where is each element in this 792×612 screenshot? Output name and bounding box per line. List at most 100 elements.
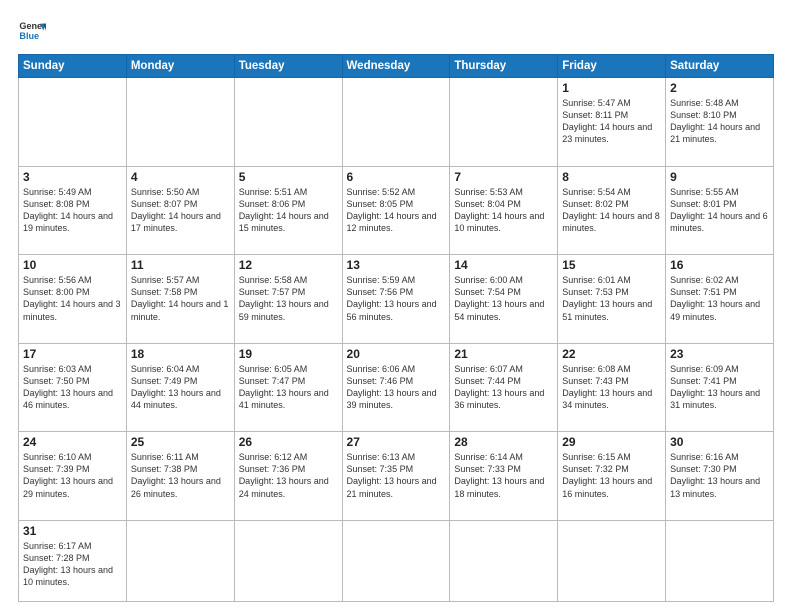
calendar-day-header-thursday: Thursday <box>450 55 558 78</box>
day-number: 26 <box>239 435 338 449</box>
day-info: Sunrise: 6:04 AM Sunset: 7:49 PM Dayligh… <box>131 363 230 412</box>
day-info: Sunrise: 6:07 AM Sunset: 7:44 PM Dayligh… <box>454 363 553 412</box>
calendar-cell: 14 Sunrise: 6:00 AM Sunset: 7:54 PM Dayli… <box>450 255 558 344</box>
day-number: 12 <box>239 258 338 272</box>
calendar-day-header-tuesday: Tuesday <box>234 55 342 78</box>
day-number: 30 <box>670 435 769 449</box>
day-number: 16 <box>670 258 769 272</box>
day-info: Sunrise: 5:59 AM Sunset: 7:56 PM Dayligh… <box>347 274 446 323</box>
day-info: Sunrise: 5:54 AM Sunset: 8:02 PM Dayligh… <box>562 186 661 235</box>
calendar-cell: 20 Sunrise: 6:06 AM Sunset: 7:46 PM Dayli… <box>342 343 450 432</box>
day-number: 7 <box>454 170 553 184</box>
calendar-day-header-wednesday: Wednesday <box>342 55 450 78</box>
day-number: 15 <box>562 258 661 272</box>
calendar-cell: 1 Sunrise: 5:47 AM Sunset: 8:11 PM Daylig… <box>558 78 666 167</box>
header: General Blue <box>18 18 774 46</box>
calendar-cell: 7 Sunrise: 5:53 AM Sunset: 8:04 PM Daylig… <box>450 166 558 255</box>
logo: General Blue <box>18 18 46 46</box>
day-info: Sunrise: 6:03 AM Sunset: 7:50 PM Dayligh… <box>23 363 122 412</box>
day-info: Sunrise: 5:51 AM Sunset: 8:06 PM Dayligh… <box>239 186 338 235</box>
calendar-cell: 19 Sunrise: 6:05 AM Sunset: 7:47 PM Dayli… <box>234 343 342 432</box>
calendar-cell: 13 Sunrise: 5:59 AM Sunset: 7:56 PM Dayli… <box>342 255 450 344</box>
calendar-cell: 18Sunrise: 6:04 AM Sunset: 7:49 PM Dayli… <box>126 343 234 432</box>
day-info: Sunrise: 6:00 AM Sunset: 7:54 PM Dayligh… <box>454 274 553 323</box>
day-info: Sunrise: 6:12 AM Sunset: 7:36 PM Dayligh… <box>239 451 338 500</box>
day-number: 14 <box>454 258 553 272</box>
day-info: Sunrise: 6:14 AM Sunset: 7:33 PM Dayligh… <box>454 451 553 500</box>
calendar-cell: 12 Sunrise: 5:58 AM Sunset: 7:57 PM Dayli… <box>234 255 342 344</box>
calendar-cell <box>450 520 558 601</box>
day-info: Sunrise: 5:52 AM Sunset: 8:05 PM Dayligh… <box>347 186 446 235</box>
day-info: Sunrise: 6:13 AM Sunset: 7:35 PM Dayligh… <box>347 451 446 500</box>
calendar-header-row: SundayMondayTuesdayWednesdayThursdayFrid… <box>19 55 774 78</box>
day-info: Sunrise: 6:05 AM Sunset: 7:47 PM Dayligh… <box>239 363 338 412</box>
day-info: Sunrise: 5:47 AM Sunset: 8:11 PM Dayligh… <box>562 97 661 146</box>
day-number: 13 <box>347 258 446 272</box>
day-info: Sunrise: 5:55 AM Sunset: 8:01 PM Dayligh… <box>670 186 769 235</box>
calendar-cell <box>126 78 234 167</box>
day-number: 1 <box>562 81 661 95</box>
calendar-cell: 3Sunrise: 5:49 AM Sunset: 8:08 PM Daylig… <box>19 166 127 255</box>
day-number: 28 <box>454 435 553 449</box>
day-number: 25 <box>131 435 230 449</box>
calendar-cell <box>666 520 774 601</box>
day-info: Sunrise: 5:56 AM Sunset: 8:00 PM Dayligh… <box>23 274 122 323</box>
calendar-cell: 26 Sunrise: 6:12 AM Sunset: 7:36 PM Dayli… <box>234 432 342 521</box>
day-info: Sunrise: 6:17 AM Sunset: 7:28 PM Dayligh… <box>23 540 122 589</box>
day-number: 9 <box>670 170 769 184</box>
calendar-cell: 21Sunrise: 6:07 AM Sunset: 7:44 PM Dayli… <box>450 343 558 432</box>
calendar-cell: 29 Sunrise: 6:15 AM Sunset: 7:32 PM Dayli… <box>558 432 666 521</box>
day-info: Sunrise: 5:48 AM Sunset: 8:10 PM Dayligh… <box>670 97 769 146</box>
day-number: 20 <box>347 347 446 361</box>
svg-text:Blue: Blue <box>19 31 39 41</box>
calendar-day-header-saturday: Saturday <box>666 55 774 78</box>
day-number: 4 <box>131 170 230 184</box>
calendar-cell: 27Sunrise: 6:13 AM Sunset: 7:35 PM Dayli… <box>342 432 450 521</box>
calendar-cell: 15 Sunrise: 6:01 AM Sunset: 7:53 PM Dayli… <box>558 255 666 344</box>
calendar-cell: 28 Sunrise: 6:14 AM Sunset: 7:33 PM Dayli… <box>450 432 558 521</box>
calendar-cell: 24 Sunrise: 6:10 AM Sunset: 7:39 PM Dayli… <box>19 432 127 521</box>
day-number: 29 <box>562 435 661 449</box>
calendar-cell: 25 Sunrise: 6:11 AM Sunset: 7:38 PM Dayli… <box>126 432 234 521</box>
calendar-cell <box>342 78 450 167</box>
calendar-cell: 16Sunrise: 6:02 AM Sunset: 7:51 PM Dayli… <box>666 255 774 344</box>
day-number: 19 <box>239 347 338 361</box>
calendar-cell: 31 Sunrise: 6:17 AM Sunset: 7:28 PM Dayli… <box>19 520 127 601</box>
day-info: Sunrise: 6:08 AM Sunset: 7:43 PM Dayligh… <box>562 363 661 412</box>
generalblue-logo-icon: General Blue <box>18 18 46 46</box>
day-info: Sunrise: 5:57 AM Sunset: 7:58 PM Dayligh… <box>131 274 230 323</box>
calendar-cell <box>558 520 666 601</box>
calendar-cell: 11 Sunrise: 5:57 AM Sunset: 7:58 PM Dayli… <box>126 255 234 344</box>
day-number: 24 <box>23 435 122 449</box>
calendar-cell: 6Sunrise: 5:52 AM Sunset: 8:05 PM Daylig… <box>342 166 450 255</box>
calendar-cell: 5Sunrise: 5:51 AM Sunset: 8:06 PM Daylig… <box>234 166 342 255</box>
calendar-cell <box>19 78 127 167</box>
calendar-cell: 8 Sunrise: 5:54 AM Sunset: 8:02 PM Daylig… <box>558 166 666 255</box>
day-number: 8 <box>562 170 661 184</box>
calendar-table: SundayMondayTuesdayWednesdayThursdayFrid… <box>18 54 774 602</box>
day-info: Sunrise: 6:10 AM Sunset: 7:39 PM Dayligh… <box>23 451 122 500</box>
day-number: 11 <box>131 258 230 272</box>
day-number: 31 <box>23 524 122 538</box>
day-info: Sunrise: 6:09 AM Sunset: 7:41 PM Dayligh… <box>670 363 769 412</box>
calendar-cell: 17 Sunrise: 6:03 AM Sunset: 7:50 PM Dayli… <box>19 343 127 432</box>
calendar-cell <box>126 520 234 601</box>
day-info: Sunrise: 5:50 AM Sunset: 8:07 PM Dayligh… <box>131 186 230 235</box>
calendar-cell: 30Sunrise: 6:16 AM Sunset: 7:30 PM Dayli… <box>666 432 774 521</box>
day-info: Sunrise: 5:53 AM Sunset: 8:04 PM Dayligh… <box>454 186 553 235</box>
day-info: Sunrise: 6:15 AM Sunset: 7:32 PM Dayligh… <box>562 451 661 500</box>
day-number: 17 <box>23 347 122 361</box>
day-number: 22 <box>562 347 661 361</box>
calendar-cell <box>234 520 342 601</box>
calendar-cell: 2Sunrise: 5:48 AM Sunset: 8:10 PM Daylig… <box>666 78 774 167</box>
day-info: Sunrise: 6:06 AM Sunset: 7:46 PM Dayligh… <box>347 363 446 412</box>
calendar-cell <box>450 78 558 167</box>
day-number: 10 <box>23 258 122 272</box>
calendar-cell: 10 Sunrise: 5:56 AM Sunset: 8:00 PM Dayli… <box>19 255 127 344</box>
calendar-cell: 23Sunrise: 6:09 AM Sunset: 7:41 PM Dayli… <box>666 343 774 432</box>
day-info: Sunrise: 6:11 AM Sunset: 7:38 PM Dayligh… <box>131 451 230 500</box>
day-info: Sunrise: 5:49 AM Sunset: 8:08 PM Dayligh… <box>23 186 122 235</box>
day-info: Sunrise: 5:58 AM Sunset: 7:57 PM Dayligh… <box>239 274 338 323</box>
day-info: Sunrise: 6:01 AM Sunset: 7:53 PM Dayligh… <box>562 274 661 323</box>
calendar-day-header-sunday: Sunday <box>19 55 127 78</box>
